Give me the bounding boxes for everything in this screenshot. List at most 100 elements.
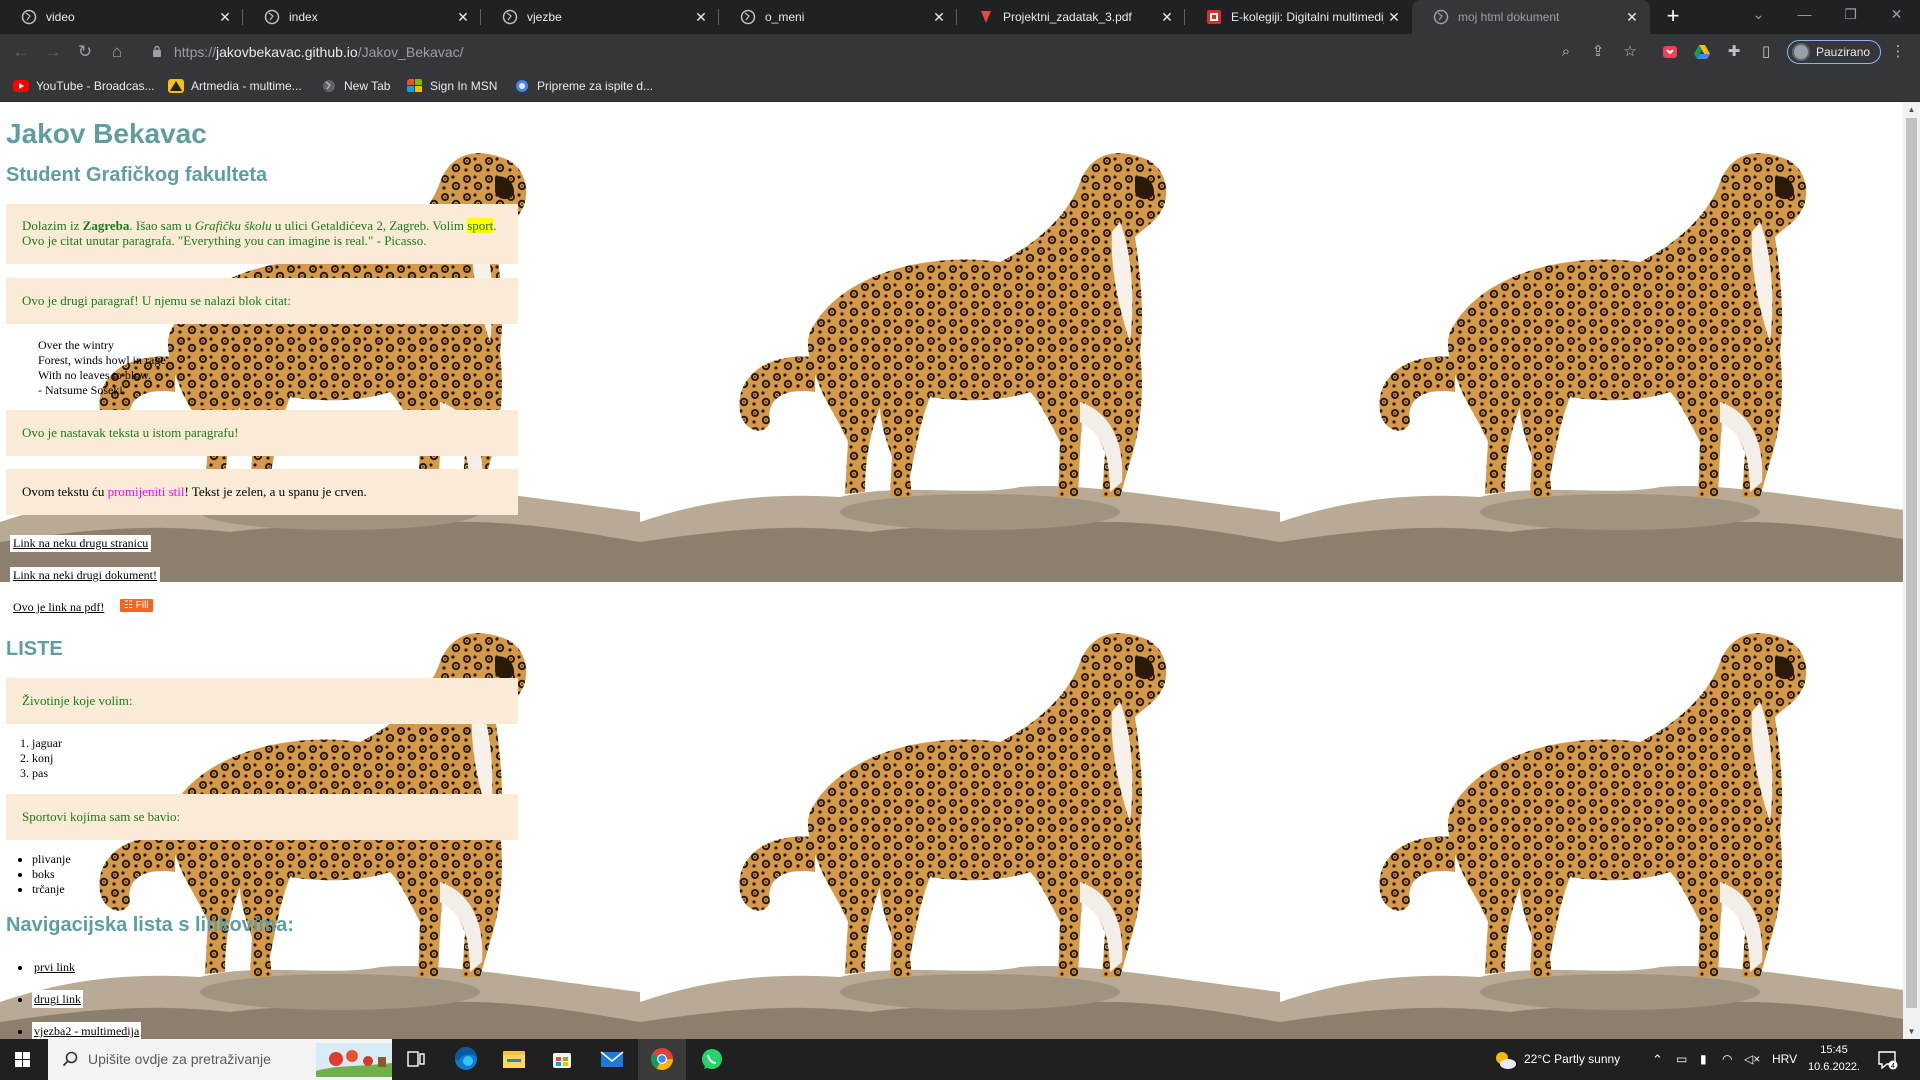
tab-vjezbe[interactable]: vjezbe ✕ [481,0,719,34]
weather-widget[interactable]: 22°C Partly sunny [1524,1039,1620,1080]
close-window-button[interactable]: ✕ [1874,0,1919,30]
new-tab-button[interactable]: + [1659,4,1687,30]
bookmark-youtube[interactable]: YouTube - Broadcas... [13,78,155,94]
scroll-down-icon[interactable]: ▼ [1907,1027,1916,1036]
profile-button[interactable]: Pauzirano [1787,40,1881,64]
tray-overflow-icon[interactable]: ⌃ [1652,1039,1663,1080]
tab-moj-html-dokument[interactable]: moj html dokument ✕ [1412,0,1650,34]
page-title: Jakov Bekavac [6,118,207,149]
task-view-icon[interactable] [392,1039,440,1080]
list-item: pas [32,766,62,781]
ekolegiji-icon [1207,10,1221,24]
side-panel-icon[interactable]: ▯ [1756,42,1776,62]
profile-label: Pauzirano [1816,45,1871,59]
close-icon[interactable]: ✕ [1622,9,1642,26]
battery-icon[interactable]: ▮ [1700,1039,1707,1080]
jaguar-background-tile [640,102,1280,582]
lists-heading: LISTE [6,638,63,660]
minimize-button[interactable]: — [1782,0,1827,30]
scroll-up-icon[interactable]: ▲ [1907,105,1916,114]
paragraph-sports-intro: Sportovi kojima sam se bavio: [6,794,518,840]
tab-projektni-zadatak-pdf[interactable]: Projektni_zadatak_3.pdf ✕ [957,0,1185,34]
link-other-document[interactable]: Link na neki drugi dokument! [10,567,160,584]
tab-title: Projektni_zadatak_3.pdf [1003,10,1132,24]
close-icon[interactable]: ✕ [1157,9,1177,26]
highlight-sport: sport [467,218,494,233]
windows-start-icon[interactable] [0,1039,46,1080]
nav-link-vjezba2[interactable]: vjezba2 - multimedija [32,1022,142,1039]
search-placeholder: Upišite ovdje za pretraživanje [88,1051,271,1067]
bookmark-msn[interactable]: Sign In MSN [407,78,497,94]
tray-device-icon[interactable]: ▭ [1676,1039,1687,1080]
link-other-page[interactable]: Link na neku drugu stranicu [10,535,152,552]
msn-icon [407,79,422,92]
clock-date: 10.6.2022. [1808,1061,1860,1073]
language-indicator[interactable]: HRV [1772,1039,1797,1080]
tab-o-meni[interactable]: o_meni ✕ [719,0,957,34]
svg-text:4: 4 [1891,1063,1895,1070]
address-bar[interactable]: https://jakovbekavac.github.io/Jakov_Bek… [142,37,1572,67]
forward-arrow-icon[interactable]: → [42,41,64,63]
extensions-puzzle-icon[interactable]: ✚ [1724,42,1744,62]
animals-list: jaguar konj pas [32,736,62,781]
tab-title: video [46,10,75,24]
close-icon[interactable]: ✕ [691,9,711,26]
avatar [1792,43,1810,61]
whatsapp-icon[interactable] [688,1039,736,1080]
scrollbar-thumb[interactable] [1906,118,1917,1008]
rss-icon: ☷ [124,600,133,611]
volume-muted-icon[interactable]: ◁× [1744,1039,1760,1080]
close-icon[interactable]: ✕ [453,9,473,26]
rss-badge[interactable]: ☷ Fill [120,599,153,612]
jaguar-background-tile [640,582,1280,1039]
globe-icon [264,9,280,25]
bookmark-new-tab[interactable]: New Tab [321,78,390,94]
bookmark-pripreme[interactable]: Pripreme za ispite d... [514,78,653,94]
close-icon[interactable]: ✕ [215,9,235,26]
menu-kebab-icon[interactable]: ⋮ [1888,42,1908,62]
chrome-icon[interactable] [638,1039,686,1080]
tab-index[interactable]: index ✕ [243,0,481,34]
bookmarks-bar: YouTube - Broadcas... Artmedia - multime… [0,70,1920,102]
edge-icon[interactable] [442,1039,490,1080]
tab-strip: video ✕ index ✕ vjezbe ✕ o_meni ✕ Projek… [0,0,1920,34]
tab-video[interactable]: video ✕ [0,0,243,34]
bookmark-artmedia[interactable]: Artmedia - multime... [168,78,302,94]
page-scrollbar[interactable]: ▲ ▼ [1903,102,1920,1039]
notifications-icon[interactable]: 4 [1876,1049,1898,1071]
page-subtitle: Student Grafičkog fakulteta [6,164,268,186]
clock-time: 15:45 [1820,1044,1848,1056]
close-icon[interactable]: ✕ [1384,9,1404,26]
close-icon[interactable]: ✕ [929,9,949,26]
tab-title: o_meni [765,10,805,24]
taskbar-search-box[interactable]: Upišite ovdje za pretraživanje [48,1039,392,1080]
globe-icon [323,80,335,92]
back-arrow-icon[interactable]: ← [10,41,32,63]
bookmark-star-icon[interactable]: ☆ [1620,42,1640,62]
zoom-icon[interactable]: ⌕ [1556,42,1576,62]
mail-icon[interactable] [588,1039,636,1080]
tab-search-icon[interactable]: ⌄ [1736,0,1781,30]
link-pdf[interactable]: Ovo je link na pdf! [10,599,107,616]
home-icon[interactable]: ⌂ [106,41,128,63]
file-explorer-icon[interactable] [490,1039,538,1080]
windows-taskbar: Upišite ovdje za pretraživanje 22°C Part… [0,1039,1920,1080]
pdf-icon [981,11,991,23]
pocket-extension-icon[interactable] [1660,42,1680,62]
store-icon[interactable] [538,1039,586,1080]
clock[interactable]: 15:45 10.6.2022. [1804,1042,1864,1076]
reload-icon[interactable]: ↻ [74,41,96,63]
tab-title: vjezbe [527,10,562,24]
nav-link-first[interactable]: prvi link [32,958,77,976]
wifi-icon[interactable]: ◠ [1722,1039,1732,1080]
google-drive-icon[interactable] [1692,42,1712,62]
paragraph-styled: Ovom tekstu ću promijeniti stil! Tekst j… [6,469,518,515]
share-icon[interactable]: ⇪ [1588,42,1608,62]
youtube-icon [13,80,29,92]
globe-icon [740,9,756,25]
restore-button[interactable]: ❐ [1828,0,1873,30]
nav-list: prvi link drugi link vjezba2 - multimedi… [32,958,142,1039]
tab-e-kolegiji[interactable]: E-kolegiji: Digitalni multimedij 1 ✕ [1185,0,1412,34]
url-text: https://jakovbekavac.github.io/Jakov_Bek… [174,44,464,60]
nav-link-second[interactable]: drugi link [32,990,83,1008]
